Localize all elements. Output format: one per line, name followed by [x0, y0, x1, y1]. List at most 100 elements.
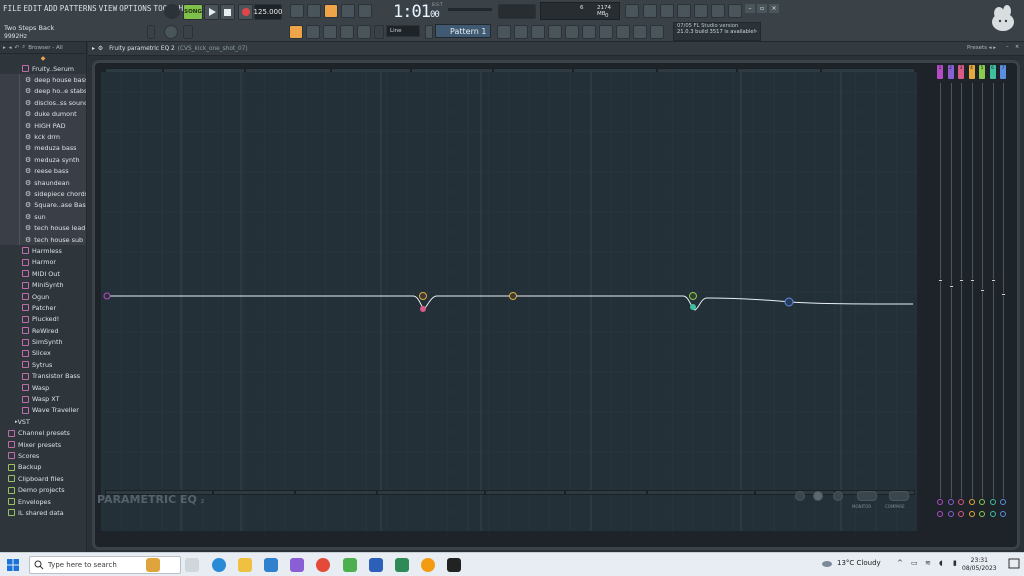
stamp-icon[interactable]	[357, 25, 371, 39]
browser-item[interactable]: Slicex	[0, 348, 86, 359]
band-shape-knob[interactable]	[947, 499, 954, 505]
countdown-icon[interactable]	[324, 4, 338, 18]
slider-handle[interactable]	[990, 279, 996, 282]
eq-presets-button[interactable]: Presets ◂ ▸	[967, 45, 996, 51]
band-tag[interactable]: 1	[937, 65, 943, 79]
browser-item[interactable]: ⚙ disclos..ss sound	[0, 97, 86, 109]
band-gain-slider[interactable]	[980, 83, 985, 498]
close-icon[interactable]: ×	[1015, 44, 1022, 52]
band-tag[interactable]: 4	[968, 65, 975, 79]
browser-item[interactable]: ⚙ reese bass	[0, 165, 86, 177]
wrench-icon[interactable]	[323, 25, 337, 39]
band-slope-knob[interactable]	[968, 511, 975, 517]
band-slope-knob[interactable]	[937, 511, 943, 517]
browser-item[interactable]: ⚙ sun	[0, 211, 86, 223]
band-node-3[interactable]	[420, 306, 426, 312]
song-mode-toggle[interactable]: SONG	[183, 4, 203, 20]
browser-item[interactable]: ⚙ tech house sub	[0, 233, 86, 246]
band-node-1[interactable]	[103, 292, 111, 300]
browser-item[interactable]: Clipboard files	[0, 473, 86, 484]
step-edit-icon[interactable]	[341, 4, 355, 18]
browser-item[interactable]: ⚙ shaundean	[0, 176, 86, 189]
band-node-5[interactable]	[689, 292, 697, 300]
channel-icon[interactable]	[565, 25, 579, 39]
band-tag[interactable]: 2	[947, 65, 954, 79]
band-node-2[interactable]	[419, 292, 427, 300]
browser-item[interactable]: Demo projects	[0, 484, 86, 495]
browser-item[interactable]: Mixer presets	[0, 439, 86, 450]
browser-item[interactable]: ⚙ HIGH PAD	[0, 119, 86, 132]
main-pitch-knob[interactable]	[164, 25, 178, 39]
band-node-4[interactable]	[509, 292, 517, 300]
cloud-icon[interactable]	[650, 25, 664, 39]
slider-handle[interactable]	[969, 279, 975, 282]
playlist-snap-icon[interactable]	[289, 25, 303, 39]
slider-handle[interactable]	[948, 285, 954, 288]
browser-item[interactable]: Wasp	[0, 382, 86, 393]
news-panel[interactable]: 07/05 FL Studio version 21.0.3 build 351…	[673, 22, 761, 41]
browser-item[interactable]: ReWired	[0, 325, 86, 336]
browser-item[interactable]: Patcher	[0, 302, 86, 313]
piano-icon[interactable]	[694, 4, 708, 18]
playlist-icon[interactable]	[531, 25, 545, 39]
magnet-icon[interactable]	[374, 25, 384, 39]
settings-icon[interactable]: ⚙	[98, 46, 103, 52]
notification-icon[interactable]	[1008, 558, 1020, 570]
browser-item[interactable]: Scores	[0, 450, 86, 461]
browser-item[interactable]: ⚙ sidepiece chords	[0, 188, 86, 200]
channel-rack-icon[interactable]	[497, 25, 511, 39]
help-icon[interactable]	[677, 4, 691, 18]
store-icon[interactable]	[264, 558, 278, 572]
app2-icon[interactable]	[343, 558, 357, 572]
menu-item[interactable]: ADD	[43, 3, 59, 14]
back-icon[interactable]: ◂	[9, 45, 12, 51]
wifi-icon[interactable]: ≋	[925, 559, 933, 569]
browser-item[interactable]: ⚙ Square..ase Bass	[0, 199, 86, 212]
touch-icon[interactable]	[616, 25, 630, 39]
browser-item[interactable]: ⚙ tech house lead	[0, 222, 86, 234]
band-slope-knob[interactable]	[979, 511, 985, 517]
browser-item[interactable]: ⚙ duke dumont	[0, 108, 86, 120]
band-gain-slider[interactable]	[948, 83, 954, 498]
share-icon[interactable]	[711, 4, 725, 18]
link-icon[interactable]	[340, 25, 354, 39]
slider-handle[interactable]	[938, 279, 943, 282]
cortana-icon[interactable]	[146, 558, 160, 572]
browser-item[interactable]: Fruity..Serum	[0, 63, 86, 74]
compare-toggle[interactable]	[889, 491, 909, 501]
browser-item[interactable]: Harmor	[0, 257, 86, 268]
slider-handle[interactable]	[980, 289, 985, 292]
menu-item[interactable]: EDIT	[22, 3, 42, 14]
file-explorer-icon[interactable]	[238, 558, 252, 572]
app-icon[interactable]	[290, 558, 304, 572]
browser-item[interactable]: Sytrus	[0, 359, 86, 370]
cut-icon[interactable]	[643, 4, 657, 18]
browser-filter[interactable]: Browser - All	[28, 45, 63, 51]
fl-studio-taskbar-icon[interactable]	[421, 558, 435, 572]
band-slope-knob[interactable]	[958, 511, 964, 517]
plugin-picker-icon[interactable]	[582, 25, 596, 39]
play-button[interactable]	[204, 4, 219, 20]
arrow-menu-icon[interactable]: ▸	[92, 46, 95, 52]
chevron-right-icon[interactable]: ▸	[3, 45, 6, 51]
band-gain-slider[interactable]	[990, 83, 996, 498]
plugin-db-icon[interactable]	[633, 25, 647, 39]
browser-item[interactable]: Backup	[0, 462, 86, 473]
browser-item[interactable]: Envelopes	[0, 496, 86, 507]
browser-item[interactable]: IL shared data	[0, 507, 86, 518]
minimize-icon[interactable]: –	[745, 4, 755, 13]
browser-item[interactable]: ▸ VST	[0, 416, 86, 427]
word-icon[interactable]	[369, 558, 383, 572]
mic-icon[interactable]	[660, 4, 674, 18]
chat-icon[interactable]	[728, 4, 742, 18]
band-shape-knob[interactable]	[1000, 499, 1006, 505]
band-slope-knob[interactable]	[947, 511, 954, 517]
weather-widget[interactable]: 13°C Cloudy	[821, 559, 881, 567]
spotify-icon[interactable]	[395, 558, 409, 572]
band-tag[interactable]: 7	[1000, 65, 1006, 79]
browser-item[interactable]: Plucked!	[0, 314, 86, 325]
piano-roll-icon[interactable]	[514, 25, 528, 39]
slider-handle[interactable]	[1001, 293, 1006, 296]
chevron-up-icon[interactable]: ^	[897, 559, 905, 569]
browser-item[interactable]: Harmless	[0, 245, 86, 256]
